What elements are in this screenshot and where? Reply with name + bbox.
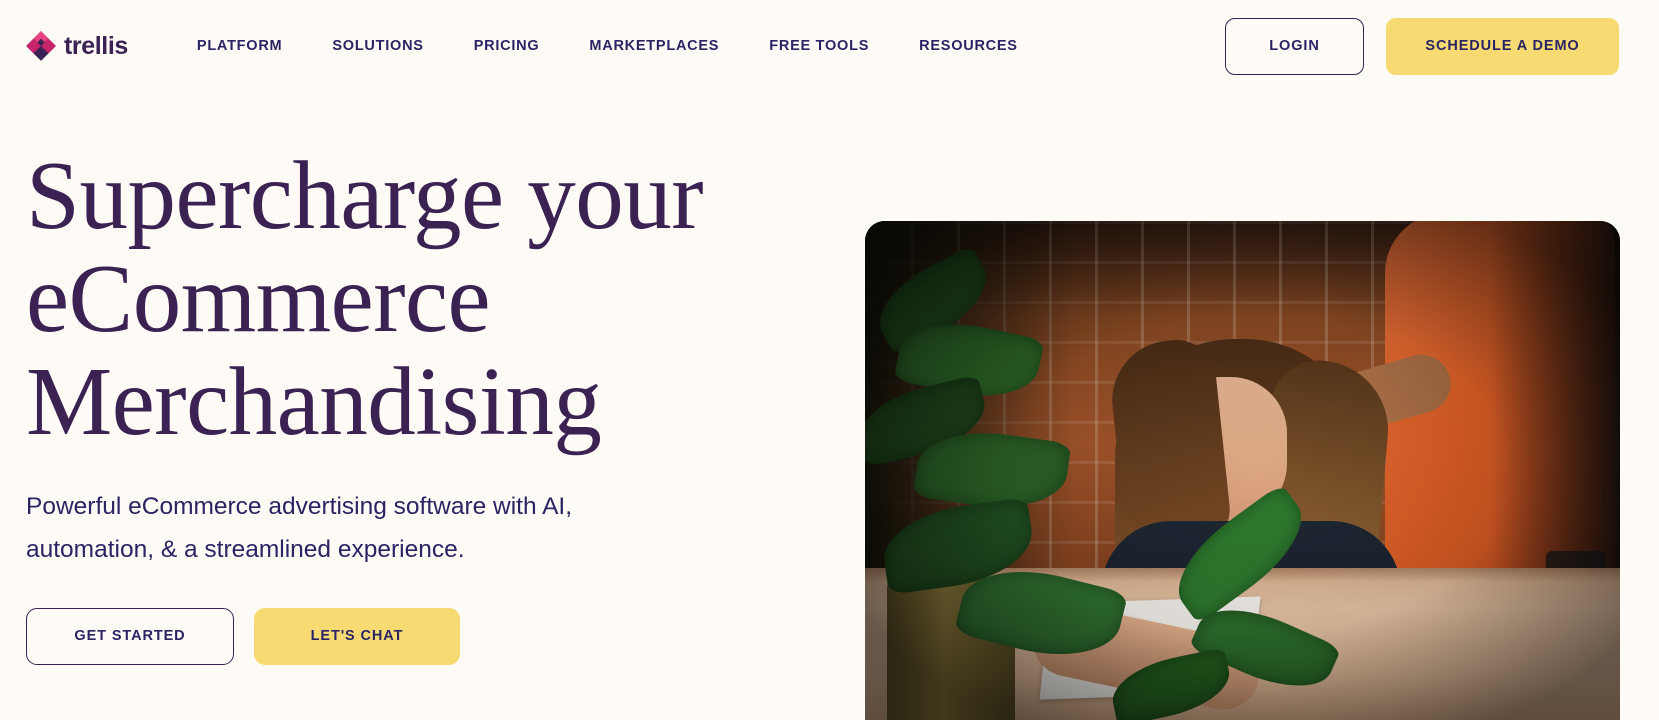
nav-item-resources: RESOURCES (894, 28, 1043, 64)
hero-headline-line-2: eCommerce (26, 244, 491, 352)
hero-headline-line-1: Supercharge your (26, 142, 704, 249)
nav-link-platform[interactable]: PLATFORM (172, 28, 307, 64)
get-started-button[interactable]: GET STARTED (26, 607, 234, 665)
brand-name: trellis (64, 31, 128, 60)
nav-item-platform: PLATFORM (172, 28, 307, 64)
nav-item-pricing: PRICING (449, 28, 565, 64)
hero-subtitle-line-2: automation, & a streamlined experience. (26, 535, 465, 563)
main-navigation: PLATFORM SOLUTIONS PRICING MARKETPLACES … (172, 28, 1225, 64)
hero-subtitle: Powerful eCommerce advertising software … (26, 486, 666, 570)
site-header: trellis PLATFORM SOLUTIONS PRICING MARKE… (0, 0, 1659, 92)
nav-link-pricing[interactable]: PRICING (449, 28, 565, 64)
nav-item-free-tools: FREE TOOLS (744, 28, 894, 64)
hero-photo (865, 221, 1620, 720)
hero-section: Supercharge your eCommerce Merchandising… (0, 92, 1659, 720)
brand-logo-link[interactable]: trellis (26, 31, 128, 61)
nav-link-solutions[interactable]: SOLUTIONS (307, 28, 448, 64)
nav-link-resources[interactable]: RESOURCES (894, 28, 1043, 64)
schedule-demo-button[interactable]: SCHEDULE A DEMO (1386, 17, 1619, 75)
photo-vignette (865, 221, 1620, 720)
nav-item-marketplaces: MARKETPLACES (564, 28, 744, 64)
nav-item-solutions: SOLUTIONS (307, 28, 448, 64)
hero-copy: Supercharge your eCommerce Merchandising… (26, 142, 846, 665)
login-button[interactable]: LOGIN (1225, 17, 1364, 75)
nav-link-free-tools[interactable]: FREE TOOLS (744, 28, 894, 64)
nav-link-marketplaces[interactable]: MARKETPLACES (564, 28, 744, 64)
hero-image (865, 221, 1620, 720)
trellis-diamond-logo-icon (26, 31, 56, 61)
header-actions: LOGIN SCHEDULE A DEMO (1225, 17, 1619, 75)
hero-headline-line-3: Merchandising (26, 347, 602, 455)
hero-headline: Supercharge your eCommerce Merchandising (26, 142, 846, 455)
lets-chat-button[interactable]: LET'S CHAT (254, 607, 460, 665)
hero-cta-group: GET STARTED LET'S CHAT (26, 607, 846, 665)
hero-subtitle-line-1: Powerful eCommerce advertising software … (26, 493, 573, 521)
landing-page: trellis PLATFORM SOLUTIONS PRICING MARKE… (0, 0, 1659, 720)
